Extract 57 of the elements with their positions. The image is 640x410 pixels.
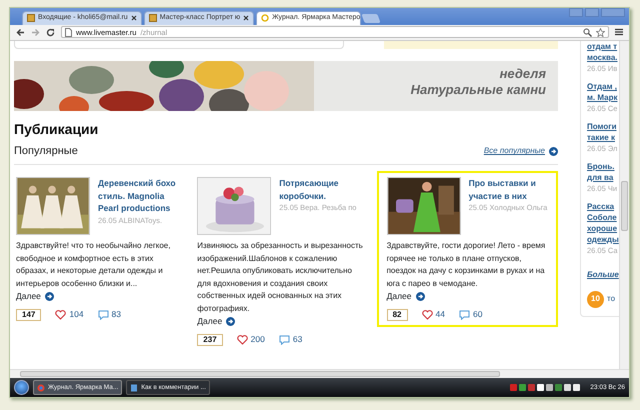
like-count: 44 <box>436 308 445 321</box>
more-link[interactable]: Больше <box>587 268 620 281</box>
sidebar-item-link[interactable]: отдам т москва. <box>587 40 620 63</box>
banner-text: Натуральные камни <box>410 82 546 98</box>
zoom-icon[interactable] <box>583 28 592 37</box>
section-title: Публикации <box>14 120 100 137</box>
favicon-icon <box>27 14 35 22</box>
post-title-link[interactable]: Про выставки и участие в них <box>468 177 552 202</box>
close-icon[interactable] <box>243 15 250 22</box>
vertical-scrollbar[interactable] <box>619 40 629 370</box>
all-popular-link[interactable]: Все популярные <box>484 145 545 158</box>
loading-icon <box>261 14 270 22</box>
sidebar-item-link[interactable]: Бронь. для ва <box>587 160 620 183</box>
comment-icon[interactable] <box>278 334 290 345</box>
comment-icon[interactable] <box>458 310 470 320</box>
post-title-link[interactable]: Деревенский бохо стиль. Magnolia Pearl productions <box>98 177 186 215</box>
arrow-circle-icon[interactable] <box>549 146 558 156</box>
star-icon[interactable] <box>596 28 605 37</box>
read-more-link[interactable]: Далее <box>197 315 222 328</box>
read-more-link[interactable]: Далее <box>386 290 412 304</box>
sidebar-item-link[interactable]: Отдам , м. Марк <box>587 80 620 103</box>
banner-text: неделя <box>498 66 546 82</box>
subsection-title: Популярные <box>14 144 78 159</box>
start-button[interactable] <box>14 380 29 396</box>
horizontal-scrollbar[interactable] <box>10 369 629 378</box>
post-excerpt: Здравствуйте, гости дорогие! Лето - время горячее не только в плане отпусков, поездок на дачу с корзинками в руках и на юга с парео в чемодане. <box>386 240 546 290</box>
view-count: 82 <box>386 308 408 321</box>
post-excerpt: Здравствуйте! что то необычайно легкое, свободное и комфортное есть в этих образах, и некоторые детали одежды и интерьеров особенно близки и... <box>16 240 172 290</box>
post-title-link[interactable]: Потрясающие коробочки. <box>279 177 367 202</box>
heart-icon[interactable] <box>55 310 66 320</box>
like-count: 200 <box>250 333 265 346</box>
arrow-circle-icon[interactable] <box>226 317 236 326</box>
view-count: 147 <box>16 308 42 321</box>
heart-icon[interactable] <box>236 334 248 345</box>
count-badge: 10 <box>587 290 604 308</box>
close-icon[interactable] <box>130 15 137 22</box>
arrow-circle-icon[interactable] <box>44 292 54 302</box>
post-excerpt: Извиняюсь за обрезанность и вырезанность изображений.Шаблонов к сожалению нет.Решила опубликовать исключительно для вдохновения и создания своих собственных идей основанных на этих фотографиях. <box>197 240 364 315</box>
comment-count: 60 <box>472 308 482 321</box>
menu-icon[interactable] <box>615 28 623 36</box>
back-icon[interactable] <box>16 28 25 37</box>
arrow-circle-icon[interactable] <box>416 292 424 302</box>
sidebar-item-link[interactable]: Расска Соболе хороше одежды <box>587 200 620 245</box>
read-more-link[interactable]: Далее <box>16 290 41 304</box>
favicon-icon <box>148 14 157 22</box>
sidebar-item-link[interactable]: Помоги такие к <box>587 120 620 143</box>
comment-count: 63 <box>292 333 302 346</box>
reload-icon[interactable] <box>46 28 55 37</box>
comment-icon[interactable] <box>98 310 109 320</box>
browser-icon <box>37 384 45 392</box>
document-icon <box>130 384 138 392</box>
badge-label: то <box>607 293 616 306</box>
comment-count: 83 <box>112 308 122 321</box>
view-count: 237 <box>197 334 223 346</box>
heart-icon[interactable] <box>422 310 432 320</box>
page-icon <box>65 28 72 37</box>
like-count: 104 <box>69 308 84 321</box>
